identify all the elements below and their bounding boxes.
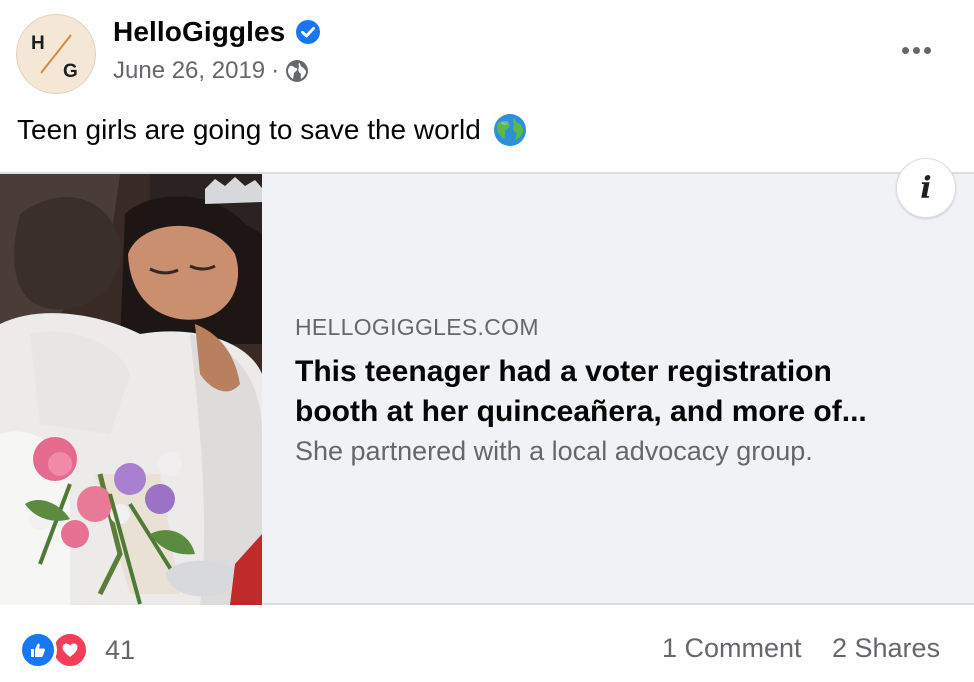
reaction-count[interactable]: 41	[105, 635, 135, 666]
post-date[interactable]: June 26, 2019	[113, 57, 265, 85]
page-avatar[interactable]: H G	[16, 14, 96, 94]
meta-separator: ·	[271, 57, 280, 84]
author-line: HelloGiggles	[113, 16, 321, 48]
reactions-summary[interactable]: 41	[19, 631, 135, 669]
author-name[interactable]: HelloGiggles	[113, 16, 285, 48]
more-options-button[interactable]	[895, 34, 937, 66]
link-title: This teenager had a voter registration b…	[295, 352, 965, 432]
link-preview-body[interactable]: HELLOGIGGLES.COM This teenager had a vot…	[295, 314, 965, 467]
post-header: H G HelloGiggles June 26, 2019 ·	[0, 0, 974, 100]
link-preview-card[interactable]: i HELLOGIGGLES.COM This teenager had a v…	[0, 158, 974, 605]
shares-count-link[interactable]: 2 Shares	[832, 633, 940, 664]
post-message: Teen girls are going to save the world	[17, 114, 481, 145]
link-description: She partnered with a local advocacy grou…	[295, 436, 813, 466]
more-options-icon-dot	[923, 46, 931, 54]
info-icon: i	[920, 170, 932, 206]
earth-globe-emoji-icon	[493, 113, 527, 147]
link-title-line-1: This teenager had a voter registration	[295, 355, 832, 388]
verified-badge-icon	[295, 19, 321, 45]
post-meta: June 26, 2019 ·	[113, 57, 309, 85]
link-domain: HELLOGIGGLES.COM	[295, 314, 539, 340]
comments-count-link[interactable]: 1 Comment	[662, 633, 802, 664]
info-button[interactable]: i	[896, 158, 956, 218]
photo-quinceanera-hug	[0, 174, 262, 605]
post-text: Teen girls are going to save the world	[17, 113, 527, 147]
link-title-line-2: booth at her quinceañera, and more of...	[295, 395, 867, 428]
more-options-icon	[901, 46, 909, 54]
more-options-icon-dot	[912, 46, 920, 54]
post-footer: 41 1 Comment 2 Shares	[0, 606, 974, 682]
avatar-logo: H G	[31, 33, 78, 82]
link-preview-image[interactable]	[0, 174, 262, 605]
avatar-letter-h: H	[31, 33, 45, 54]
like-reaction-icon	[19, 631, 57, 669]
avatar-letter-g: G	[63, 61, 78, 82]
globe-icon	[285, 59, 309, 83]
